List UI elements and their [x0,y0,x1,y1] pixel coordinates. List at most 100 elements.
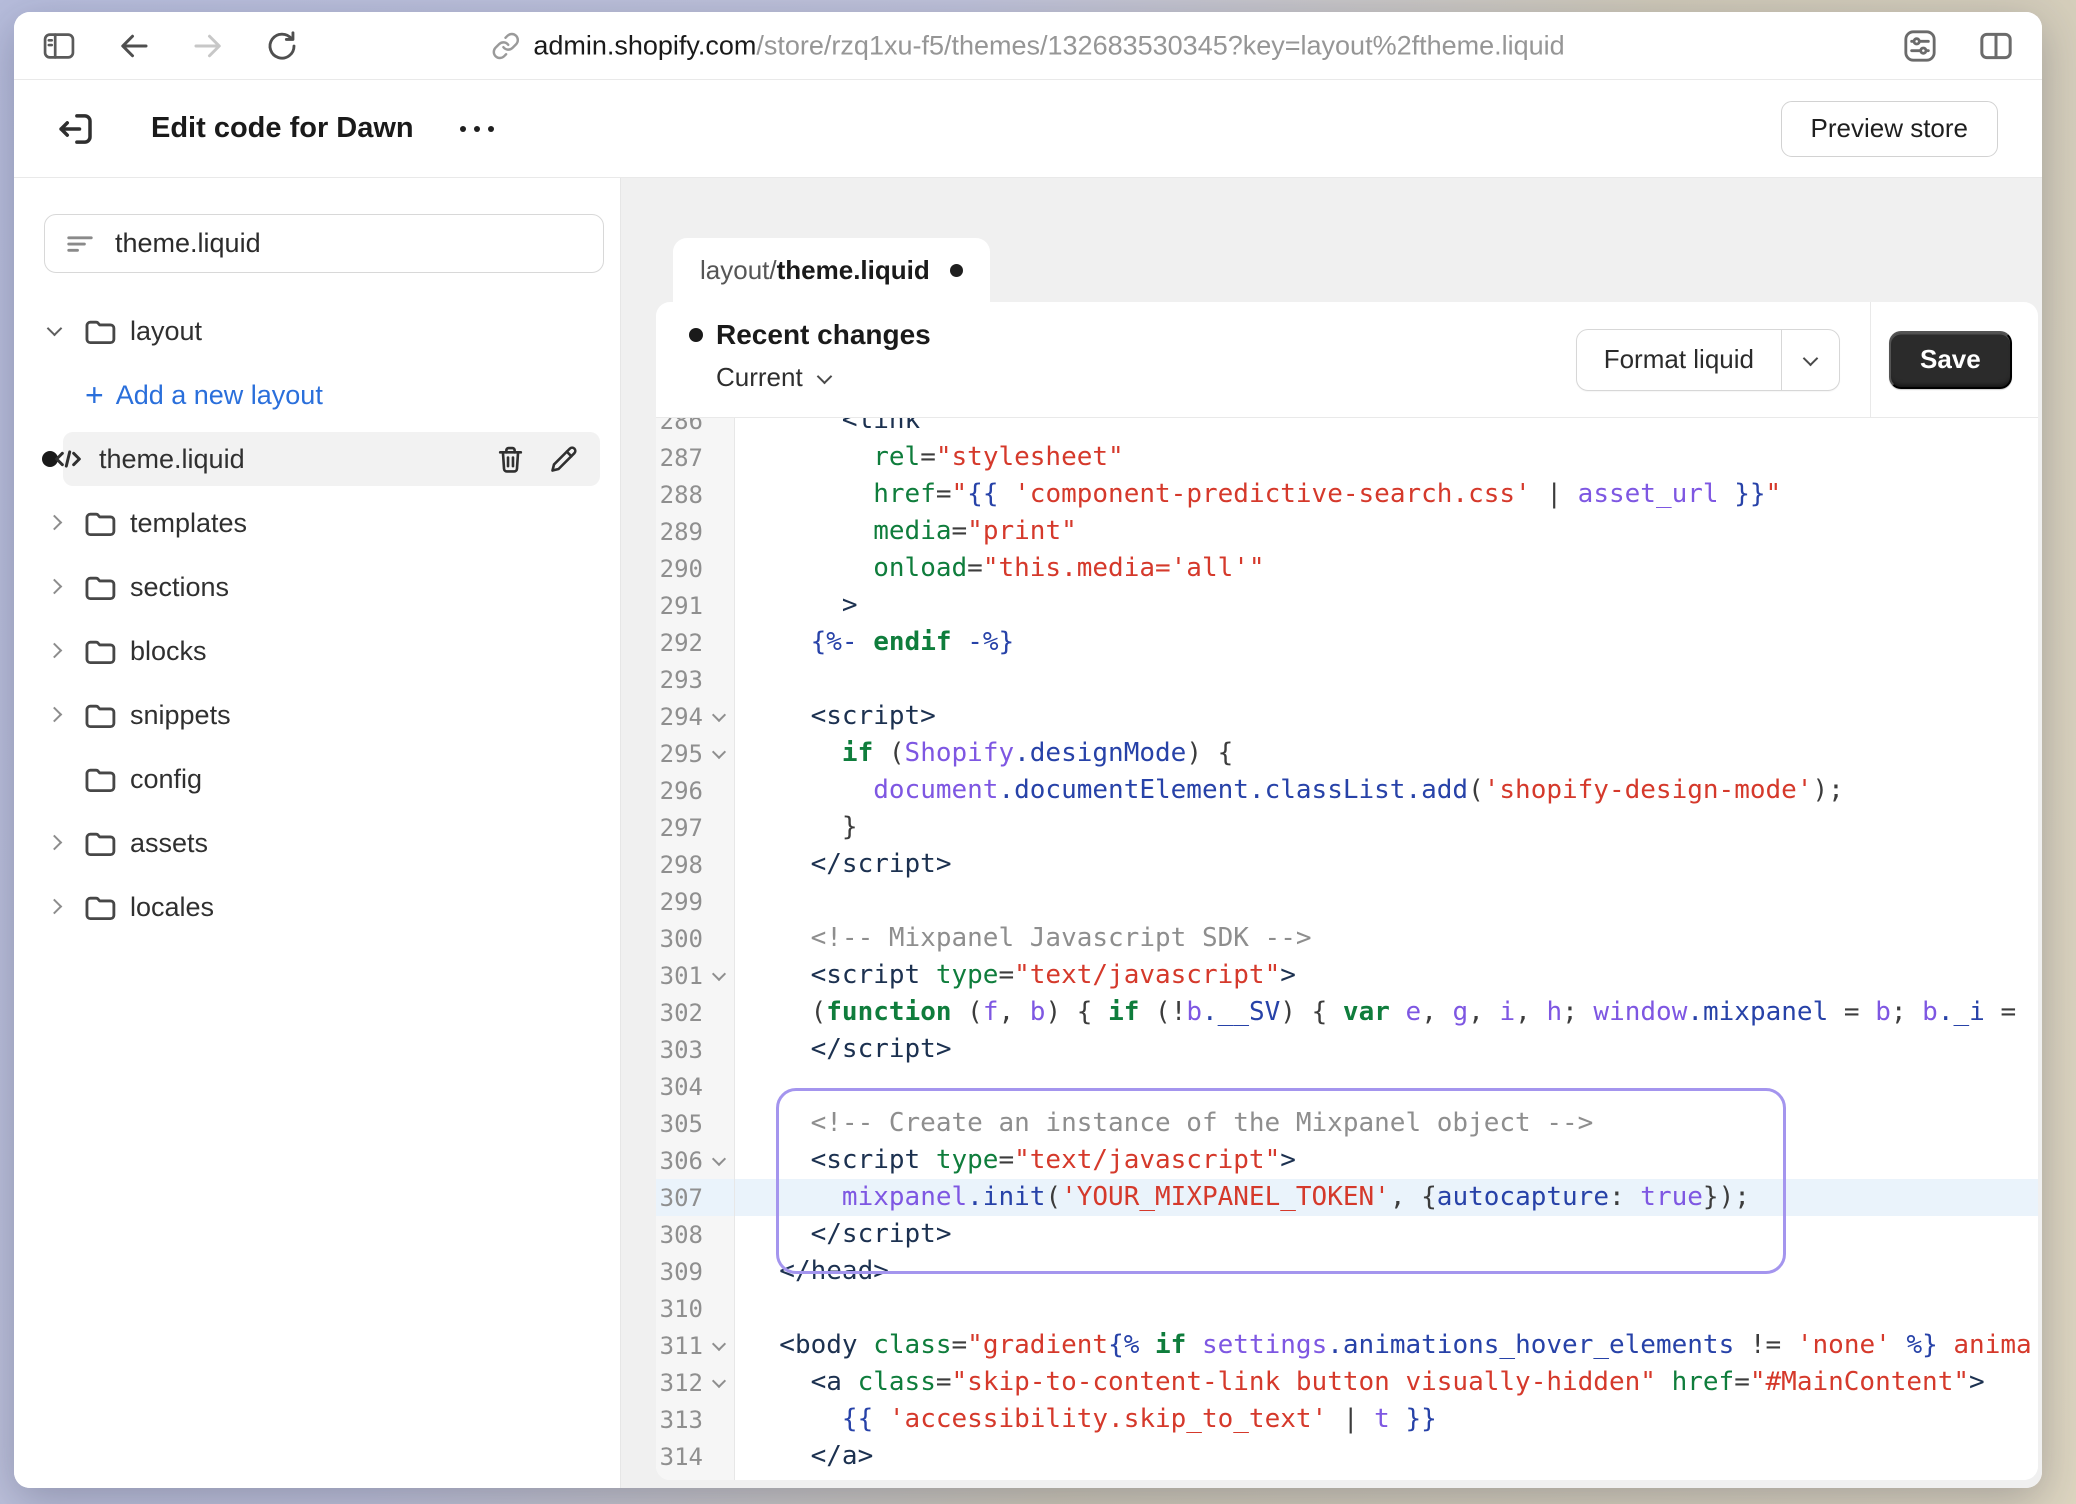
line-number: 302 [660,999,703,1027]
sidebar-item-layout[interactable]: layout [14,299,620,363]
sidebar-item-snippets[interactable]: snippets [14,683,620,747]
browser-toolbar: admin.shopify.com/store/rzq1xu-f5/themes… [14,12,2042,80]
code-line[interactable]: 307 mixpanel.init('YOUR_MIXPANEL_TOKEN',… [656,1179,2038,1216]
code-line[interactable]: 310 [656,1290,2038,1327]
fold-chevron-icon[interactable] [710,1152,728,1170]
line-number: 312 [660,1369,703,1397]
code-line[interactable]: 295 if (Shopify.designMode) { [656,735,2038,772]
line-number: 290 [660,555,703,583]
more-dots-icon[interactable] [460,126,494,132]
line-number: 291 [660,592,703,620]
code-line-text [734,883,2038,920]
chevron-right-icon[interactable] [45,577,65,597]
format-liquid-caret[interactable] [1781,330,1839,390]
code-line[interactable]: 287 rel="stylesheet" [656,439,2038,476]
format-liquid-button[interactable]: Format liquid [1577,330,1781,390]
code-line[interactable]: 291 > [656,587,2038,624]
back-icon[interactable] [116,28,152,64]
url-bar[interactable]: admin.shopify.com/store/rzq1xu-f5/themes… [491,30,1564,61]
code-line-text: <!-- Mixpanel Javascript SDK --> [734,920,2038,957]
code-line[interactable]: 303 </script> [656,1031,2038,1068]
exit-icon[interactable] [55,108,97,150]
code-line[interactable]: 304 [656,1068,2038,1105]
code-line[interactable]: 296 document.documentElement.classList.a… [656,772,2038,809]
fold-chevron-icon[interactable] [710,1337,728,1355]
fold-placeholder [710,1263,728,1281]
file-tree: layout+Add a new layouttheme.liquidtempl… [14,299,620,939]
code-line[interactable]: 305 <!-- Create an instance of the Mixpa… [656,1105,2038,1142]
chevron-right-icon[interactable] [45,833,65,853]
save-button[interactable]: Save [1889,331,2012,389]
fold-chevron-icon[interactable] [710,745,728,763]
preview-store-button[interactable]: Preview store [1781,101,1999,157]
delete-file-icon[interactable] [494,443,527,476]
forward-icon[interactable] [190,28,226,64]
code-line[interactable]: 311 <body class="gradient{% if settings.… [656,1327,2038,1364]
chevron-right-icon[interactable] [45,641,65,661]
version-selector[interactable]: Current [716,362,1576,393]
sidebar-item-add-a-new-layout[interactable]: +Add a new layout [14,363,620,427]
chevron-right-icon[interactable] [45,897,65,917]
code-line[interactable]: 312 <a class="skip-to-content-link butto… [656,1364,2038,1401]
sidebar-item-config[interactable]: config [14,747,620,811]
folder-icon [82,698,116,732]
code-line[interactable]: 288 href="{{ 'component-predictive-searc… [656,476,2038,513]
line-number: 294 [660,703,703,731]
chevron-right-icon[interactable] [45,705,65,725]
code-line[interactable]: 299 [656,883,2038,920]
sidebar-item-theme-liquid[interactable]: theme.liquid [14,427,620,491]
fold-placeholder [710,1300,728,1318]
recent-changes-heading: Recent changes [716,319,931,351]
line-number: 313 [660,1406,703,1434]
sidebar-item-locales[interactable]: locales [14,875,620,939]
fold-placeholder [710,1078,728,1096]
code-line[interactable]: 290 onload="this.media='all'" [656,550,2038,587]
code-file-icon [51,442,85,476]
tab-path-prefix: layout/ [700,255,777,285]
code-line[interactable]: 292 {%- endif -%} [656,624,2038,661]
code-line[interactable]: 313 {{ 'accessibility.skip_to_text' | t … [656,1401,2038,1438]
code-line[interactable]: 297 } [656,809,2038,846]
editor-main: layout/theme.liquid Recent changes Curre… [621,178,2042,1488]
sidebar-item-templates[interactable]: templates [14,491,620,555]
line-number: 287 [660,444,703,472]
chevron-down-icon[interactable] [45,321,65,341]
folder-icon [82,826,116,860]
sidebar-item-sections[interactable]: sections [14,555,620,619]
search-input[interactable] [113,227,583,260]
extensions-icon[interactable] [1900,26,1940,66]
fold-chevron-icon[interactable] [710,967,728,985]
edit-file-icon[interactable] [547,443,580,476]
sidebar-item-assets[interactable]: assets [14,811,620,875]
sidebar-item-blocks[interactable]: blocks [14,619,620,683]
code-line[interactable]: 306 <script type="text/javascript"> [656,1142,2038,1179]
recent-changes-dot [689,328,703,342]
code-line-text [734,661,2038,698]
reload-icon[interactable] [264,28,300,64]
chevron-right-icon[interactable] [45,513,65,533]
fold-chevron-icon[interactable] [710,1374,728,1392]
code-line[interactable]: 298 </script> [656,846,2038,883]
code-line-text: </script> [734,1031,2038,1068]
tab-layout-theme-liquid[interactable]: layout/theme.liquid [673,238,990,302]
file-search-box[interactable] [44,214,604,273]
split-view-icon[interactable] [1976,26,2016,66]
code-editor[interactable]: 286 <link287 rel="stylesheet"288 href="{… [656,418,2038,1480]
fold-placeholder [710,523,728,541]
line-number: 289 [660,518,703,546]
line-number: 307 [660,1184,703,1212]
code-line[interactable]: 289 media="print" [656,513,2038,550]
code-line[interactable]: 293 [656,661,2038,698]
code-line[interactable]: 286 <link [656,418,2038,439]
code-line[interactable]: 309 </head> [656,1253,2038,1290]
code-line[interactable]: 308 </script> [656,1216,2038,1253]
fold-placeholder [710,1411,728,1429]
code-line[interactable]: 301 <script type="text/javascript"> [656,957,2038,994]
sidebar-toggle-icon[interactable] [40,27,78,65]
gutter-divider [734,418,735,1480]
code-line[interactable]: 314 </a> [656,1438,2038,1475]
code-line[interactable]: 294 <script> [656,698,2038,735]
code-line[interactable]: 300 <!-- Mixpanel Javascript SDK --> [656,920,2038,957]
fold-chevron-icon[interactable] [710,708,728,726]
code-line[interactable]: 302 (function (f, b) { if (!b.__SV) { va… [656,994,2038,1031]
